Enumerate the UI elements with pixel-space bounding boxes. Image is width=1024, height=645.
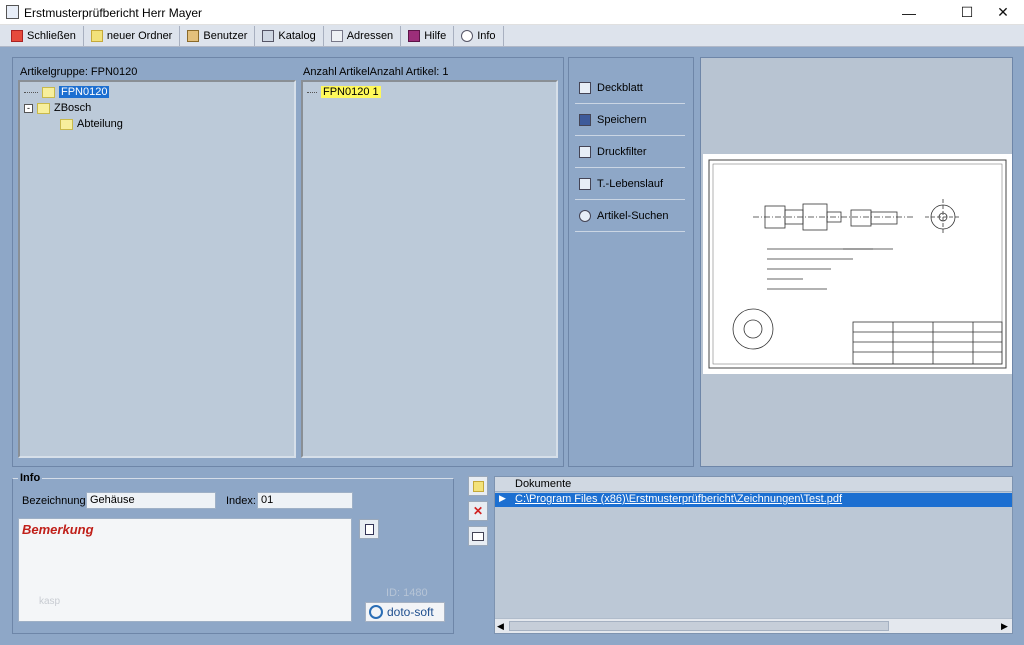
technical-drawing-thumbnail[interactable] [703,154,1012,374]
toolbar-hilfe-button[interactable]: Hilfe [401,25,455,46]
documents-grid[interactable]: Dokumente ▶ C:\Program Files (x86)\Erstm… [494,476,1013,634]
document-path-link[interactable]: C:\Program Files (x86)\Erstmusterprüfber… [515,493,842,505]
info-legend: Info [18,472,43,484]
close-icon [11,29,23,42]
artikelgruppe-label: Artikelgruppe: FPN0120 [20,66,138,78]
doto-soft-logo: doto-soft [365,602,445,622]
toolbar-katalog-button[interactable]: Katalog [255,25,324,46]
save-icon [579,113,591,126]
logo-icon [369,605,383,619]
row-pointer-icon: ▶ [499,493,506,503]
document-icon [364,523,374,535]
search-icon [579,209,591,222]
documents-header-row: Dokumente [495,477,1012,492]
toolbar: Schließen neuer Ordner Benutzer Katalog … [0,25,1024,47]
close-button[interactable]: ✕ [980,0,1024,25]
artikel-list[interactable]: FPN0120 1 [301,80,558,458]
artikel-suchen-button[interactable]: Artikel-Suchen [575,200,685,232]
actions-panel: Deckblatt Speichern Druckfilter T.-Leben… [568,57,694,467]
delete-icon: ✕ [472,504,484,518]
cover-page-icon [579,81,591,94]
catalog-icon [262,29,275,42]
scrollbar-thumb[interactable] [509,621,889,631]
tree-node-fpn0120[interactable]: FPN0120 [24,84,110,100]
bemerkung-label: Bemerkung [22,522,94,537]
open-document-button[interactable] [359,519,379,539]
comment-icon [472,531,484,541]
tree-node-abteilung[interactable]: Abteilung [60,116,123,132]
toolbar-benutzer-button[interactable]: Benutzer [180,25,256,46]
scroll-right-icon[interactable]: ▶ [1001,621,1008,632]
help-book-icon [408,29,421,42]
toolbar-neuer-ordner-button[interactable]: neuer Ordner [84,25,181,46]
print-icon [579,145,591,158]
actions-list: Deckblatt Speichern Druckfilter T.-Leben… [575,72,685,232]
info-icon [461,29,474,42]
tree-node-zbosch[interactable]: - ZBosch [24,100,91,116]
documents-column-header: Dokumente [515,478,572,490]
deckblatt-button[interactable]: Deckblatt [575,72,685,104]
index-label: Index: [226,495,256,507]
address-icon [330,29,343,42]
faded-text: kasp [39,596,61,607]
bezeichnung-label: Bezeichnung: [22,495,89,507]
folder-icon [37,102,50,114]
tree-node-article[interactable]: FPN0120 1 [307,84,381,100]
window-title: Erstmusterprüfbericht Herr Mayer [24,6,203,20]
index-field[interactable]: 01 [257,492,353,509]
table-row[interactable]: ▶ C:\Program Files (x86)\Erstmusterprüfb… [495,493,1012,507]
add-document-button[interactable] [468,476,488,496]
anzahl-artikel-label: Anzahl ArtikelAnzahl Artikel: 1 [303,66,449,78]
minimize-button[interactable]: — [886,0,932,25]
horizontal-scrollbar[interactable]: ◀ ▶ [495,618,1012,633]
folder-icon [42,86,55,98]
comment-document-button[interactable] [468,526,488,546]
druckfilter-button[interactable]: Druckfilter [575,136,685,168]
drawing-preview-panel [700,57,1013,467]
toolbar-schliessen-button[interactable]: Schließen [4,25,84,46]
folder-icon [60,118,73,130]
toolbar-adressen-button[interactable]: Adressen [324,25,402,46]
collapse-icon[interactable]: - [24,103,33,113]
bemerkung-textarea[interactable]: Bemerkung kasp [18,518,352,622]
artikelgruppe-tree[interactable]: FPN0120 - ZBosch Abteilung [18,80,296,458]
title-bar: Erstmusterprüfbericht Herr Mayer — ☐ ✕ [0,0,1024,25]
app-icon [6,5,19,19]
user-icon [187,29,200,42]
folder-icon [90,29,103,42]
delete-document-button[interactable]: ✕ [468,501,488,521]
scroll-left-icon[interactable]: ◀ [497,621,504,632]
toolbar-info-button[interactable]: Info [454,25,504,46]
folder-icon [472,480,484,492]
lebenslauf-button[interactable]: T.-Lebenslauf [575,168,685,200]
technical-drawing-image [708,159,1007,369]
bezeichnung-field[interactable]: Gehäuse [86,492,216,509]
id-text: ID: 1480 [386,587,428,599]
speichern-button[interactable]: Speichern [575,104,685,136]
lifecycle-icon [579,177,591,190]
